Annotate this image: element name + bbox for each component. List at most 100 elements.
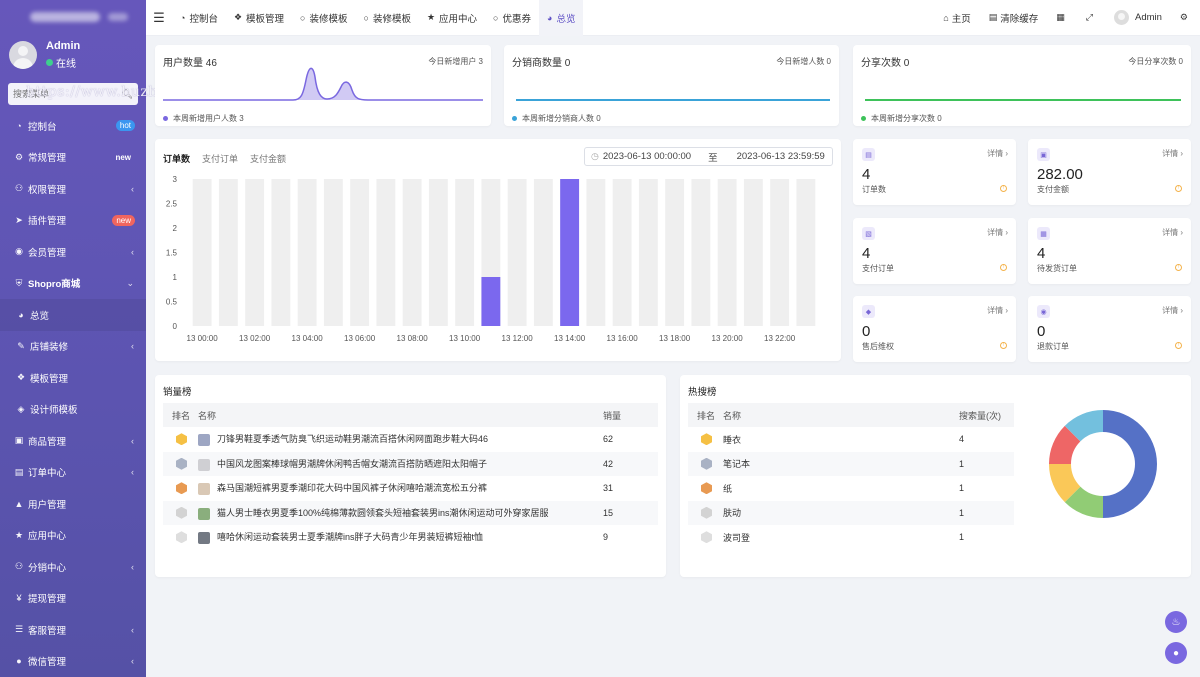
row-name: 森马国潮短裤男夏季潮印花大码中国风裤子休闲嘻哈潮流宽松五分裤: [217, 483, 488, 494]
sidebar-item-0[interactable]: ◔ 控制台 hot: [0, 110, 146, 142]
table-row[interactable]: 肤动 1: [688, 500, 1014, 525]
bar-background: [245, 179, 265, 326]
kpi-detail-link[interactable]: 详情 ›: [987, 305, 1008, 316]
tab-0[interactable]: ◔ 控制台: [172, 0, 226, 36]
fullscreen-button[interactable]: ⤢: [1077, 0, 1105, 36]
col-name: 名称: [723, 403, 959, 427]
kpi-detail-link[interactable]: 详情 ›: [1162, 148, 1183, 159]
sidebar-item-9[interactable]: ◈ 设计师模板: [0, 394, 146, 426]
rank-medal-icon: [701, 457, 712, 470]
table-row[interactable]: 纸1: [688, 476, 1014, 501]
date-start[interactable]: 2023-06-13 00:00:00: [603, 151, 691, 162]
row-name: 中国风龙图案棒球帽男潮牌休闲鸭舌帽女潮流百搭防晒遮阳太阳帽子: [217, 458, 488, 469]
x-tick-label: 13 20:00: [712, 334, 744, 343]
sidebar-item-4[interactable]: ◉ 会员管理 ‹: [0, 236, 146, 268]
home-link[interactable]: ⌂ 主页: [934, 0, 979, 36]
kpi-detail-link[interactable]: 详情 ›: [987, 227, 1008, 238]
sidebar-item-6[interactable]: ◕ 总览: [0, 299, 146, 331]
tab-order-count[interactable]: 订单数: [163, 152, 190, 165]
sidebar-item-11[interactable]: ▤ 订单中心 ‹: [0, 457, 146, 489]
sidebar-item-17[interactable]: ● 微信管理 ‹: [0, 646, 146, 677]
row-value: 1: [959, 483, 965, 494]
tab-1[interactable]: ❖ 模板管理: [226, 0, 292, 36]
yen-icon: ¥: [16, 593, 22, 604]
sidebar-item-12[interactable]: ▲ 用户管理: [0, 488, 146, 520]
kpi-detail-link[interactable]: 详情 ›: [1162, 227, 1183, 238]
info-icon[interactable]: !: [1000, 342, 1007, 349]
sidebar-item-15[interactable]: ¥ 提现管理: [0, 583, 146, 615]
kpi-value: 4: [862, 166, 871, 183]
table-row[interactable]: 中国风龙图案棒球帽男潮牌休闲鸭舌帽女潮流百搭防晒遮阳太阳帽子 42: [163, 451, 658, 476]
menu-toggle-icon[interactable]: ☰: [146, 10, 172, 26]
brand-logo[interactable]: [0, 0, 146, 34]
bar-13 11:00[interactable]: [481, 277, 501, 326]
clear-cache-button[interactable]: ▤ 清除缓存: [980, 0, 1048, 36]
product-thumbnail: [198, 458, 210, 471]
user-menu[interactable]: Admin: [1105, 0, 1171, 36]
kpi-value: 0: [862, 323, 871, 340]
kpi-label: 订单数: [862, 185, 886, 194]
table-row[interactable]: 森马国潮短裤男夏季潮印花大码中国风裤子休闲嘻哈潮流宽松五分裤 31: [163, 476, 658, 501]
tab-paid-orders[interactable]: 支付订单: [202, 152, 238, 165]
sidebar-search-input[interactable]: [13, 89, 113, 99]
table-row[interactable]: 波司登 1: [688, 525, 1014, 550]
date-range-picker[interactable]: ◷ 2023-06-13 00:00:00 至 2023-06-13 23:59…: [584, 147, 833, 166]
tab-paid-amount[interactable]: 支付金额: [250, 152, 286, 165]
col-count: 搜索量(次): [959, 403, 1014, 427]
sidebar-item-16[interactable]: ☰ 客服管理 ‹: [0, 614, 146, 646]
stat-footer: 本周新增用户人数 3: [163, 113, 244, 124]
settings-button[interactable]: ⚙: [1171, 0, 1200, 36]
sidebar-item-13[interactable]: ★ 应用中心: [0, 520, 146, 552]
info-icon[interactable]: !: [1175, 264, 1182, 271]
online-dot-icon: [46, 59, 53, 66]
gears-icon: ⚙: [1179, 12, 1188, 22]
kpi-detail-link[interactable]: 详情 ›: [987, 148, 1008, 159]
sidebar-item-label: 客服管理: [28, 625, 67, 637]
kpi-card-1: ▣ 详情 › 282.00 支付金额!: [1028, 139, 1191, 205]
users-stat-card: 用户数量 46 今日新增用户 3 本周新增用户人数 3: [155, 45, 491, 126]
table-row[interactable]: 嘻哈休闲运动套装男士夏季潮牌ins胖子大码青少年男装短裤短袖t恤 9: [163, 525, 658, 550]
kpi-detail-link[interactable]: 详情 ›: [1162, 305, 1183, 316]
search-icon[interactable]: 🔍︎: [122, 89, 133, 100]
table-row[interactable]: 笔记本 1: [688, 451, 1014, 476]
tab-6[interactable]: ◕ 总览: [539, 0, 584, 36]
shares-sparkline: [865, 99, 1181, 101]
x-tick-label: 13 08:00: [397, 334, 429, 343]
table-row[interactable]: 猫人男士睡衣男夏季100%纯棉薄款圆领套头短袖套装男ins潮休闲运动可外穿家居服…: [163, 500, 658, 525]
sidebar-item-8[interactable]: ❖ 模板管理: [0, 362, 146, 394]
info-icon[interactable]: !: [1000, 264, 1007, 271]
sidebar-item-14[interactable]: ⚇ 分销中心 ‹: [0, 551, 146, 583]
date-separator: 至: [708, 152, 718, 164]
row-name: 波司登: [723, 532, 751, 543]
info-icon[interactable]: !: [1000, 185, 1007, 192]
sidebar-item-2[interactable]: ⚇ 权限管理 ‹: [0, 173, 146, 205]
row-value: 1: [959, 532, 965, 543]
panel-title: 销量榜: [163, 387, 192, 398]
table-row[interactable]: 睡衣 4: [688, 427, 1014, 452]
tab-4[interactable]: ★ 应用中心: [419, 0, 485, 36]
sidebar-item-1[interactable]: ⚙ 常规管理 new: [0, 142, 146, 174]
tab-2[interactable]: ○ 装修模板: [292, 0, 355, 36]
tab-3[interactable]: ○ 装修模板: [356, 0, 419, 36]
table-row[interactable]: 刀锋男鞋夏季透气防臭飞织运动鞋男潮流百搭休闲网面跑步鞋大码46 62: [163, 427, 658, 452]
sidebar-item-7[interactable]: ✎ 店铺装修 ‹: [0, 331, 146, 363]
donut-slice-0[interactable]: [1103, 410, 1157, 518]
refund-icon: ◉: [1037, 305, 1050, 318]
info-icon[interactable]: !: [1175, 342, 1182, 349]
hot-search-donut: [1049, 410, 1157, 518]
notification-bell-icon[interactable]: ♨: [1165, 611, 1187, 633]
sidebar-item-label: 会员管理: [28, 247, 67, 259]
info-icon[interactable]: !: [1175, 185, 1182, 192]
bar-background: [691, 179, 711, 326]
sidebar-item-10[interactable]: ▣ 商品管理 ‹: [0, 425, 146, 457]
bar-13 14:00[interactable]: [560, 179, 580, 326]
sales-rank-table: 排名 名称 销量 刀锋男鞋夏季透气防臭飞织运动鞋男潮流百搭休闲网面跑步鞋大码46…: [163, 403, 658, 550]
row-value: 62: [603, 434, 614, 445]
translate-button[interactable]: ▦: [1047, 0, 1077, 36]
chat-icon[interactable]: ●: [1165, 642, 1187, 664]
sidebar-item-5[interactable]: ⛨ Shopro商城 ⌄: [0, 268, 146, 300]
order-icon: ▤: [862, 148, 875, 161]
tab-5[interactable]: ○ 优惠券: [485, 0, 539, 36]
date-end[interactable]: 2023-06-13 23:59:59: [737, 151, 825, 162]
sidebar-item-3[interactable]: ➤ 插件管理 new: [0, 205, 146, 237]
